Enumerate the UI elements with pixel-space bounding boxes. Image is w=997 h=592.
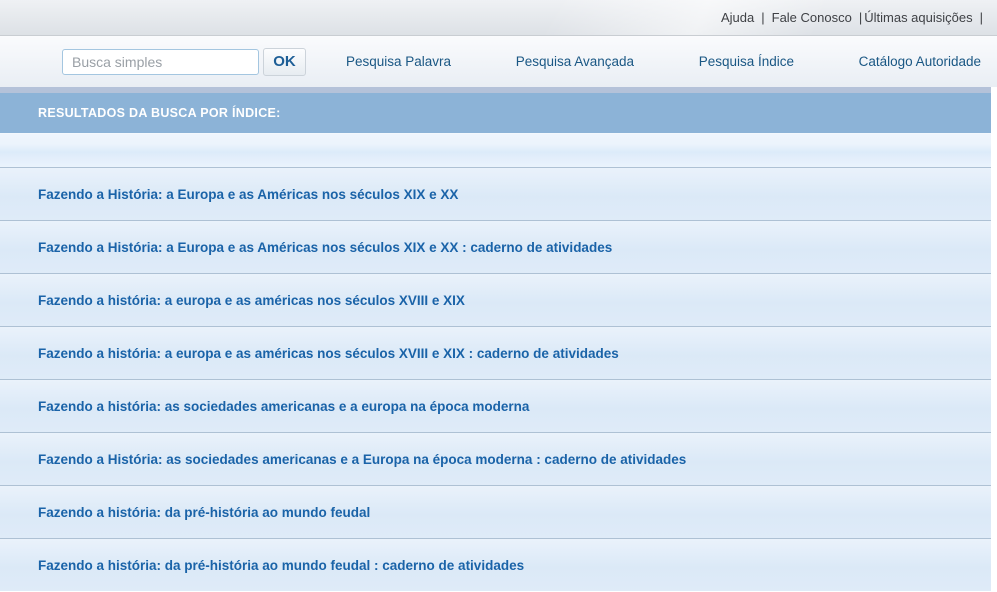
help-link[interactable]: Ajuda [721, 10, 754, 25]
result-title-link[interactable]: Fazendo a história: a europa e as améric… [0, 293, 465, 308]
result-row: Fazendo a história: as sociedades americ… [0, 379, 991, 432]
result-row: Fazendo a História: a Europa e as Améric… [0, 220, 991, 273]
nav-advanced-search-link[interactable]: Pesquisa Avançada [516, 54, 634, 69]
results-header-title: RESULTADOS DA BUSCA POR ÍNDICE: [0, 106, 281, 120]
result-row: Fazendo a história: da pré-história ao m… [0, 485, 991, 538]
result-title-link[interactable]: Fazendo a História: a Europa e as Améric… [0, 187, 458, 202]
result-title-link[interactable]: Fazendo a história: as sociedades americ… [0, 399, 529, 414]
top-utility-bar: Ajuda | Fale Conosco | Últimas aquisiçõe… [0, 0, 997, 36]
result-row: Fazendo a história: a europa e as améric… [0, 273, 991, 326]
result-row: Fazendo a História: as sociedades americ… [0, 432, 991, 485]
search-ok-button[interactable]: OK [263, 48, 306, 76]
result-row: Fazendo a história: a europa e as améric… [0, 326, 991, 379]
search-nav-links: Pesquisa Palavra Pesquisa Avançada Pesqu… [306, 54, 997, 69]
result-title-link[interactable]: Fazendo a História: as sociedades americ… [0, 452, 686, 467]
latest-acquisitions-link[interactable]: Últimas aquisições [864, 10, 972, 25]
results-header-band: RESULTADOS DA BUSCA POR ÍNDICE: [0, 93, 991, 133]
results-spacer-row [0, 133, 991, 167]
result-title-link[interactable]: Fazendo a história: da pré-história ao m… [0, 558, 524, 573]
search-nav-bar: OK Pesquisa Palavra Pesquisa Avançada Pe… [0, 36, 997, 87]
link-separator: | [761, 10, 764, 25]
link-separator: | [859, 10, 862, 25]
catalog-search-results-page: Ajuda | Fale Conosco | Últimas aquisiçõe… [0, 0, 997, 592]
link-separator: | [980, 10, 983, 25]
contact-link[interactable]: Fale Conosco [772, 10, 852, 25]
simple-search-input[interactable] [62, 49, 259, 75]
result-title-link[interactable]: Fazendo a história: da pré-história ao m… [0, 505, 370, 520]
result-title-link[interactable]: Fazendo a História: a Europa e as Améric… [0, 240, 612, 255]
result-row: Fazendo a história: da pré-história ao m… [0, 538, 991, 591]
nav-index-search-link[interactable]: Pesquisa Índice [699, 54, 794, 69]
nav-word-search-link[interactable]: Pesquisa Palavra [346, 54, 451, 69]
nav-authority-catalog-link[interactable]: Catálogo Autoridade [859, 54, 981, 69]
result-row: Fazendo a História: a Europa e as Améric… [0, 167, 991, 220]
result-title-link[interactable]: Fazendo a história: a europa e as améric… [0, 346, 619, 361]
